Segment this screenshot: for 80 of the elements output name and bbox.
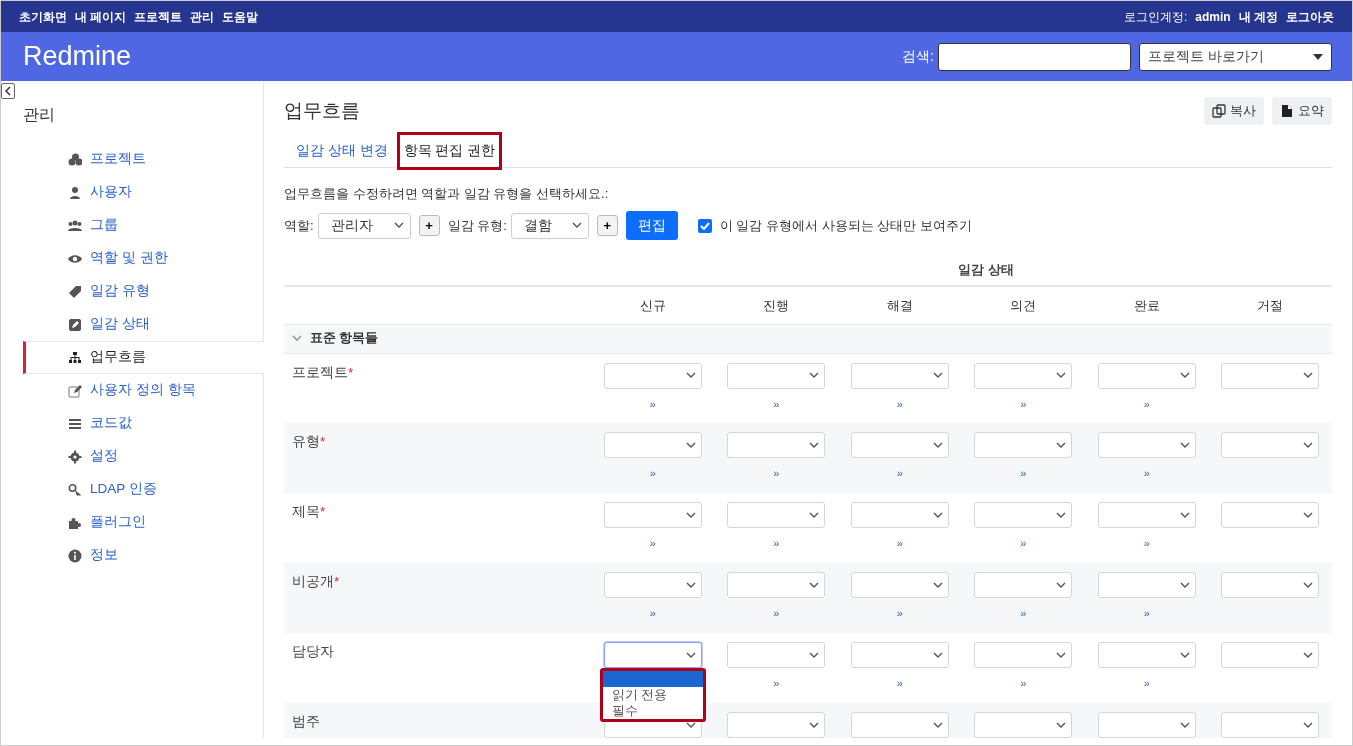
sidebar-item[interactable]: 업무흐름 (23, 341, 264, 374)
copy-link[interactable]: » (773, 538, 780, 550)
field-label: 제목* (291, 504, 326, 520)
copy-link[interactable]: » (1143, 608, 1150, 620)
copy-link[interactable]: » (1020, 538, 1027, 550)
account-link[interactable]: 로그아웃 (1286, 7, 1334, 26)
site-title: Redmine (23, 40, 132, 74)
sidebar-item[interactable]: 그룹 (23, 209, 264, 242)
sidebar-item[interactable]: 정보 (23, 539, 264, 572)
copy-link[interactable]: » (1020, 398, 1027, 410)
copy-link[interactable]: » (1143, 538, 1150, 550)
copy-link[interactable]: » (1143, 678, 1150, 690)
sidebar-item[interactable]: 코드값 (23, 407, 264, 440)
checkbox-label: 이 일감 유형에서 사용되는 상태만 보여주기 (719, 217, 972, 235)
column-group-heading: 일감 상태 (958, 262, 1014, 277)
copy-link[interactable]: » (649, 538, 656, 550)
column-header: 완료 (1133, 297, 1160, 313)
copy-link[interactable]: » (896, 608, 903, 620)
page-title: 업무흐름 (284, 100, 360, 123)
copy-link[interactable]: » (896, 678, 903, 690)
copy-link[interactable]: » (1143, 398, 1150, 410)
role-select[interactable]: 관리자 (317, 212, 411, 239)
tracker-select[interactable]: 결함 (510, 212, 589, 239)
sidebar-item[interactable]: 프로젝트 (23, 143, 264, 176)
add-button[interactable]: + (418, 215, 440, 237)
sidebar-item[interactable]: 사용자 (23, 176, 264, 209)
top-menu-link[interactable]: 프로젝트 (134, 7, 183, 26)
edit-button[interactable]: 편집 (625, 211, 678, 241)
copy-link[interactable]: » (1020, 678, 1027, 690)
add-button[interactable]: + (596, 215, 618, 237)
sidebar-item[interactable]: 일감 상태 (23, 308, 264, 341)
tracker-label: 일감 유형: (447, 217, 507, 235)
sidebar-item[interactable]: 사용자 정의 항목 (23, 374, 264, 407)
copy-link[interactable]: » (773, 608, 780, 620)
copy-link[interactable]: » (773, 468, 780, 480)
user-name: admin (1195, 8, 1231, 26)
sidebar-item[interactable]: 설정 (23, 440, 264, 473)
sidebar-item[interactable]: 역할 및 권한 (23, 242, 264, 275)
section-heading: 표준 항목들 (310, 330, 379, 348)
sidebar-item[interactable]: LDAP 인증 (23, 473, 264, 506)
role-label: 역할: (284, 217, 314, 235)
column-header: 의견 (1010, 297, 1037, 313)
instruction-text: 업무흐름을 수정하려면 역할과 일감 유형을 선택하세요.: (284, 184, 610, 203)
tab[interactable]: 일감 상태 변경 (292, 134, 392, 167)
column-header: 신규 (639, 297, 666, 313)
copy-link[interactable]: » (773, 678, 780, 690)
sidebar-item[interactable]: 플러그인 (23, 506, 264, 539)
copy-link[interactable]: » (896, 468, 903, 480)
copy-link[interactable]: » (1020, 608, 1027, 620)
column-header: 거절 (1257, 297, 1284, 313)
top-menu-link[interactable]: 초기화면 (19, 7, 67, 26)
copy-link[interactable]: » (1143, 468, 1150, 480)
top-menu-link[interactable]: 도움말 (222, 7, 259, 26)
field-label: 담당자 (291, 644, 334, 660)
column-header: 해결 (886, 297, 913, 313)
search-label: 검색: (902, 47, 934, 66)
dropdown-option[interactable]: 필수 (602, 703, 703, 720)
field-label: 유형* (291, 434, 326, 450)
column-header: 진행 (763, 297, 790, 313)
copy-link[interactable]: » (896, 538, 903, 550)
action-button[interactable]: 복사 (1204, 97, 1264, 125)
copy-link[interactable]: » (649, 608, 656, 620)
sidebar-item[interactable]: 일감 유형 (23, 275, 264, 308)
project-jump-dropdown[interactable]: 프로젝트 바로가기 (1139, 42, 1332, 71)
tab[interactable]: 항목 편집 권한 (399, 134, 500, 167)
top-menu-link[interactable]: 관리 (190, 7, 215, 26)
account-link[interactable]: 내 계정 (1238, 7, 1278, 26)
field-label: 범주 (291, 714, 320, 730)
copy-link[interactable]: » (896, 398, 903, 410)
dropdown-option[interactable]: 읽기 전용 (602, 687, 703, 704)
copy-link[interactable]: » (1020, 468, 1027, 480)
action-button[interactable]: 요약 (1272, 97, 1332, 125)
top-menu-link[interactable]: 내 페이지 (75, 7, 127, 26)
field-label: 비공개* (291, 574, 340, 590)
field-label: 프로젝트* (291, 364, 354, 380)
account-label: 로그인계정: (1123, 8, 1188, 26)
sidebar-title: 관리 (23, 105, 55, 125)
copy-link[interactable]: » (649, 468, 656, 480)
copy-link[interactable]: » (649, 398, 656, 410)
copy-link[interactable]: » (773, 398, 780, 410)
